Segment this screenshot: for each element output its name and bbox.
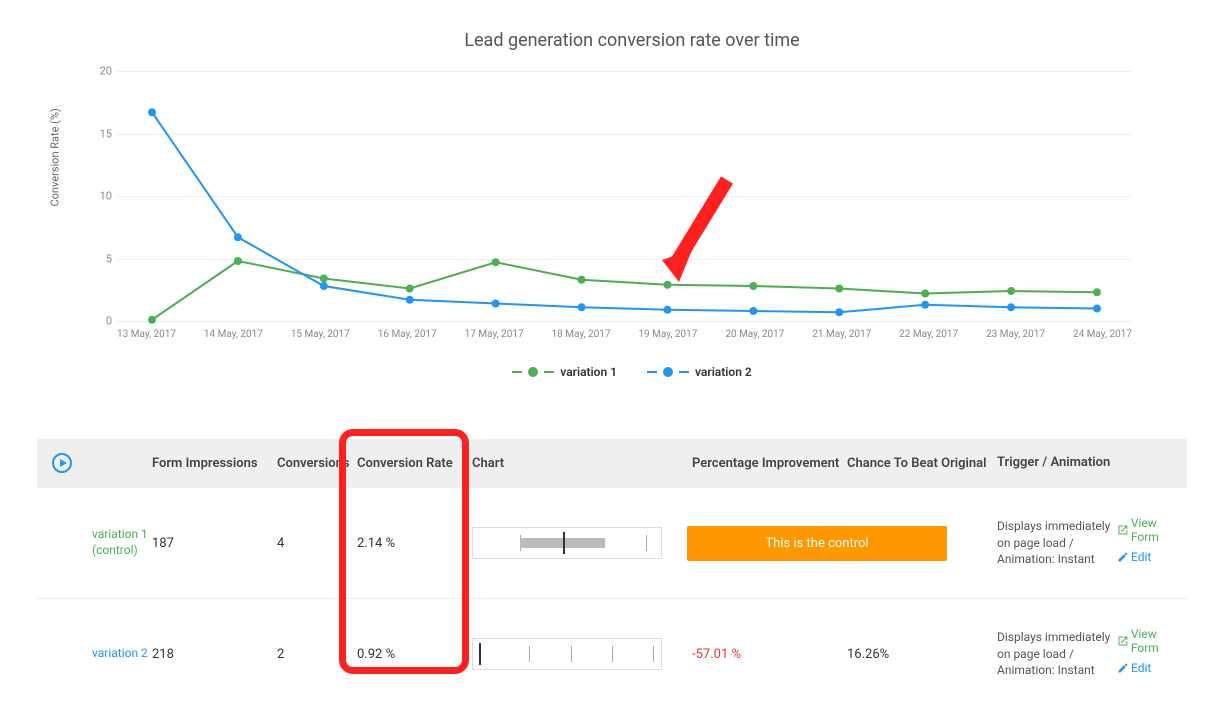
y-tick: 5 [87, 252, 112, 265]
x-tick-label: 17 May, 2017 [465, 329, 524, 340]
table-row: variation 1 (control) 187 4 2.14 % This … [37, 487, 1187, 598]
y-tick: 0 [87, 315, 112, 328]
cell-conversions: 4 [277, 536, 357, 551]
cell-conversions: 2 [277, 647, 357, 662]
y-tick: 20 [87, 65, 112, 78]
cell-impressions: 187 [152, 536, 277, 551]
header-conversions: Conversions [277, 456, 357, 471]
play-icon[interactable] [52, 453, 72, 473]
variation-name[interactable]: variation 2 [92, 646, 148, 660]
header-percentage-improvement: Percentage Improvement [692, 456, 847, 471]
results-table: Form Impressions Conversions Conversion … [37, 439, 1187, 709]
cell-percentage-improvement: -57.01 % [692, 647, 847, 662]
x-tick-label: 23 May, 2017 [986, 329, 1045, 340]
x-tick-label: 21 May, 2017 [812, 329, 871, 340]
x-tick-label: 15 May, 2017 [291, 329, 350, 340]
circle-icon [528, 367, 538, 377]
chart-area: Lead generation conversion rate over tim… [37, 20, 1187, 399]
variation-name[interactable]: variation 1 (control) [92, 527, 148, 557]
header-chance-to-beat: Chance To Beat Original [847, 456, 997, 471]
circle-icon [663, 367, 673, 377]
x-tick-label: 24 May, 2017 [1073, 329, 1132, 340]
cell-chance-to-beat: 16.26% [847, 647, 997, 662]
mini-chart [472, 527, 662, 559]
x-tick-label: 19 May, 2017 [638, 329, 697, 340]
header-chart: Chart [472, 456, 692, 471]
cell-conversion-rate: 0.92 % [357, 647, 472, 662]
cell-impressions: 218 [152, 647, 277, 662]
table-row: variation 2 218 2 0.92 % -57.01 % 16.26%… [37, 598, 1187, 709]
edit-icon [1117, 662, 1129, 674]
control-badge: This is the control [687, 526, 947, 561]
view-form-link[interactable]: View Form [1117, 627, 1187, 655]
table-header-row: Form Impressions Conversions Conversion … [37, 439, 1187, 487]
external-link-icon [1117, 524, 1129, 536]
edit-icon [1117, 551, 1129, 563]
chart-title: Lead generation conversion rate over tim… [97, 30, 1167, 51]
chart-lines [117, 71, 1132, 321]
header-impressions: Form Impressions [152, 456, 277, 471]
x-tick-label: 16 May, 2017 [378, 329, 437, 340]
y-axis-label: Conversion Rate (%) [49, 108, 62, 206]
chart-plot[interactable]: 20 15 10 5 0 [117, 71, 1132, 321]
x-tick-label: 14 May, 2017 [204, 329, 263, 340]
edit-link[interactable]: Edit [1117, 661, 1187, 675]
x-tick-label: 22 May, 2017 [899, 329, 958, 340]
y-tick: 15 [87, 127, 112, 140]
x-tick-label: 20 May, 2017 [725, 329, 784, 340]
legend-item-variation-1[interactable]: variation 1 [512, 365, 617, 379]
cell-conversion-rate: 2.14 % [357, 536, 472, 551]
cell-trigger: Displays immediately on page load / Anim… [997, 629, 1117, 679]
edit-link[interactable]: Edit [1117, 550, 1187, 564]
x-tick-label: 18 May, 2017 [552, 329, 611, 340]
y-tick: 10 [87, 190, 112, 203]
mini-chart [472, 638, 662, 670]
chart-legend: variation 1 variation 2 [97, 365, 1167, 379]
legend-item-variation-2[interactable]: variation 2 [647, 365, 752, 379]
external-link-icon [1117, 635, 1129, 647]
cell-trigger: Displays immediately on page load / Anim… [997, 518, 1117, 568]
header-trigger: Trigger / Animation [997, 454, 1117, 472]
x-tick-label: 13 May, 2017 [117, 329, 176, 340]
x-axis-labels: 13 May, 2017 14 May, 2017 15 May, 2017 16 M… [117, 329, 1132, 340]
header-conversion-rate: Conversion Rate [357, 456, 472, 471]
view-form-link[interactable]: View Form [1117, 516, 1187, 544]
